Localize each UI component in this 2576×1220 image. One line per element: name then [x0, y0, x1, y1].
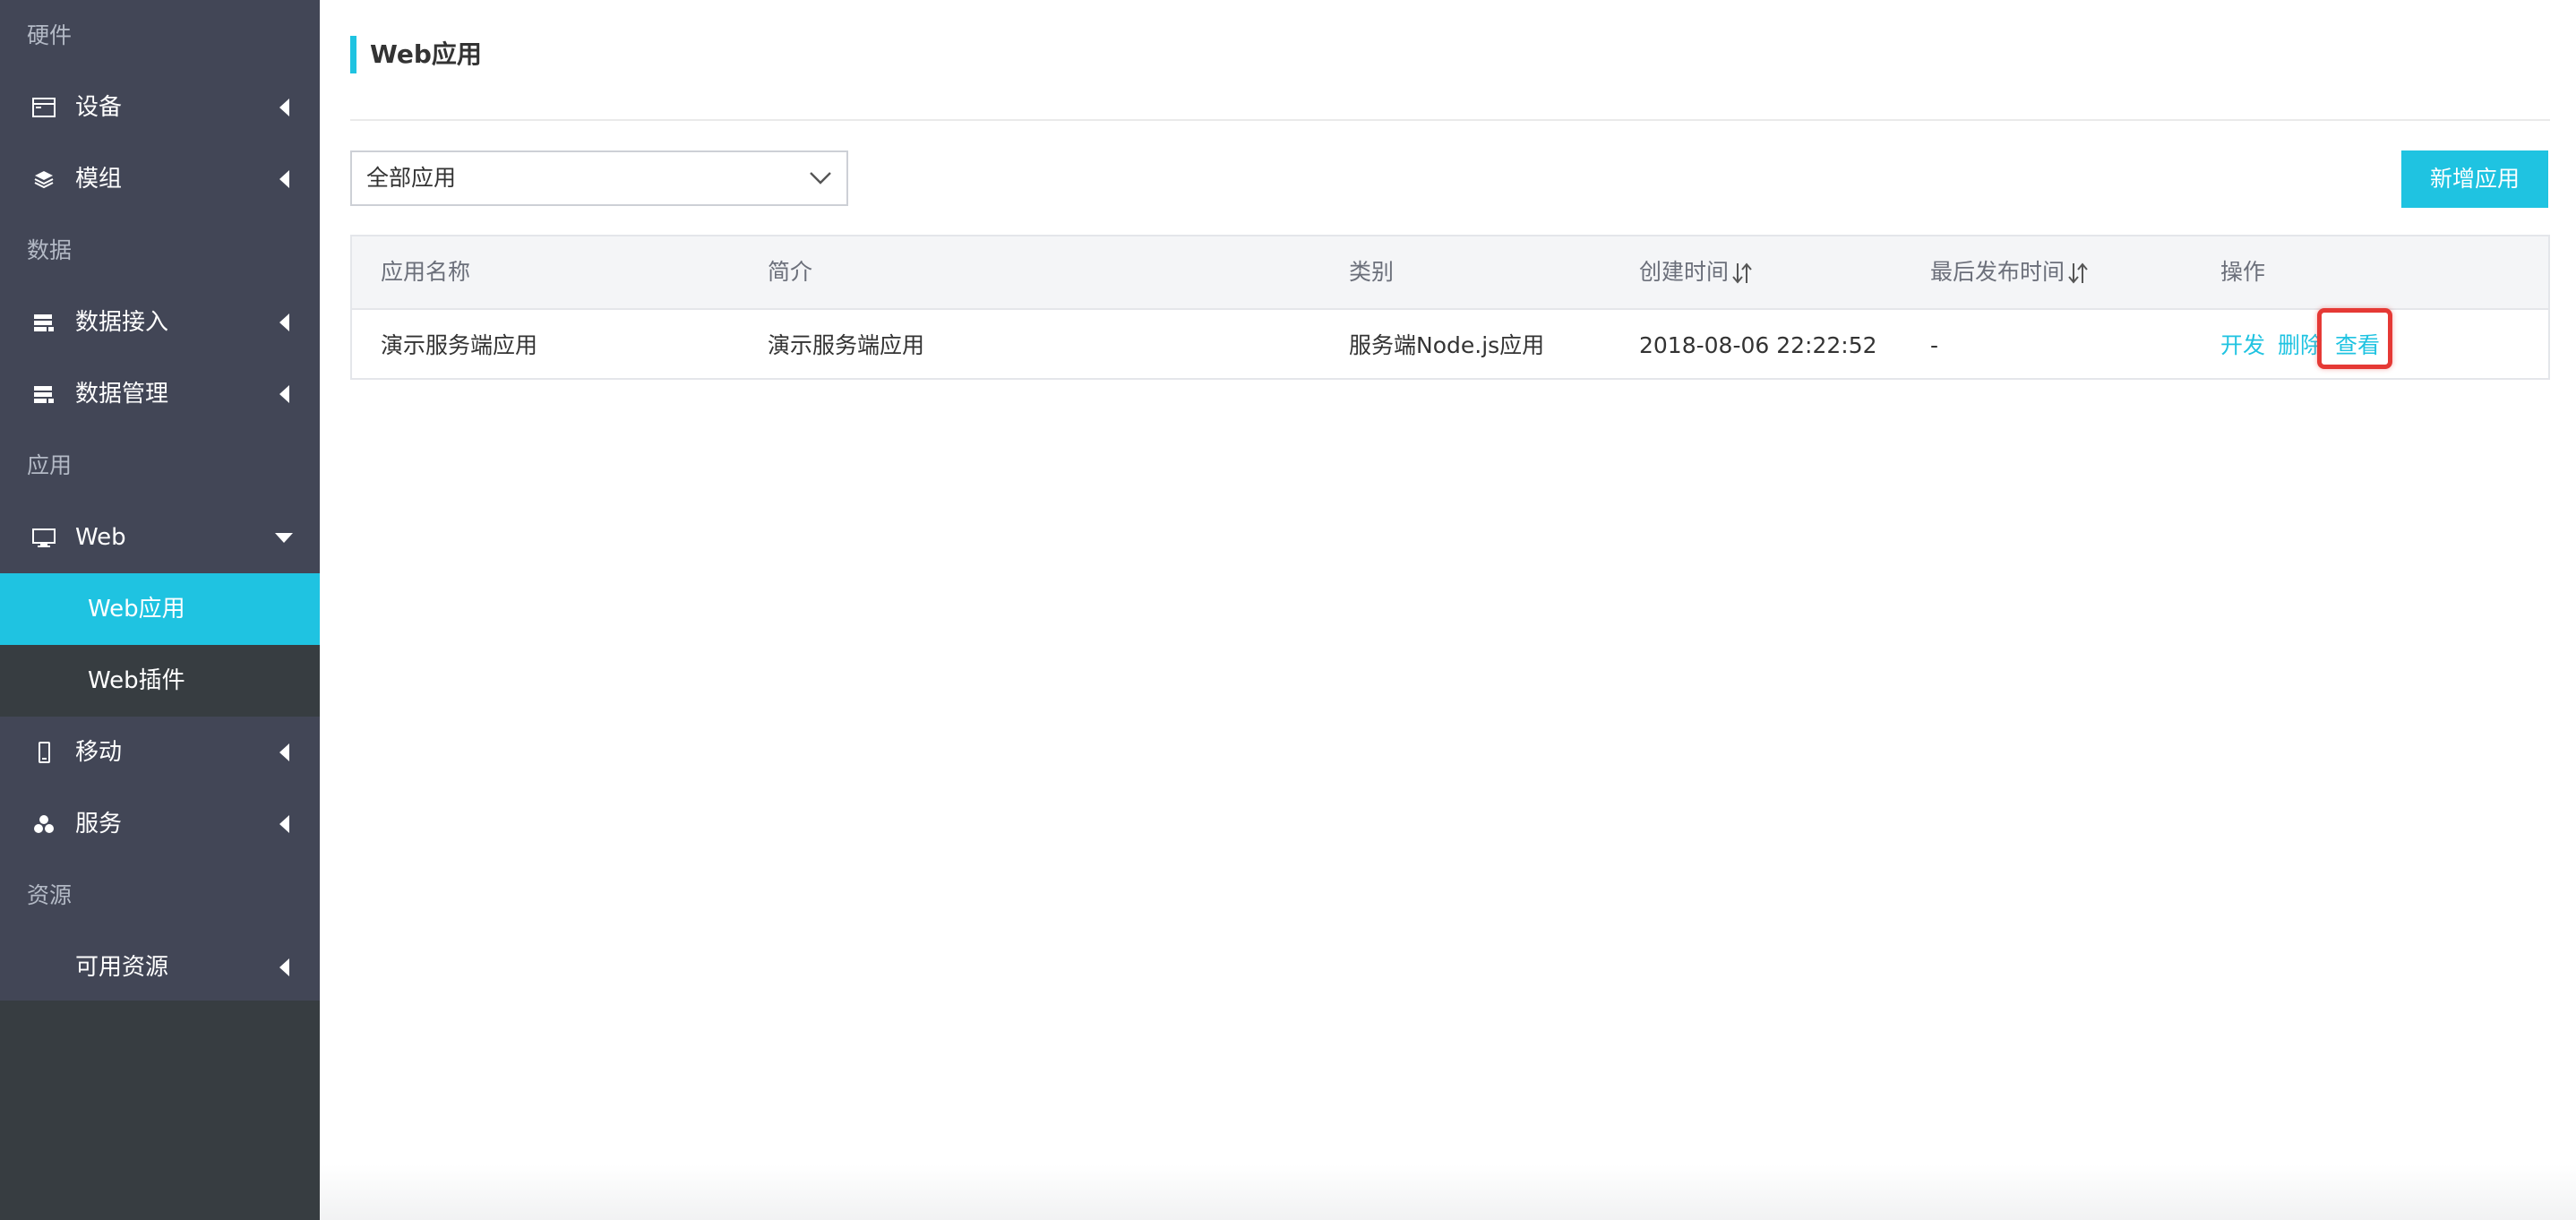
app-filter-value: 全部应用	[366, 165, 457, 191]
table-header: 应用名称 简介 类别 创建时间 最后发布时间 操作	[352, 236, 2548, 310]
sidebar-item-available-resource[interactable]: 可用资源	[0, 932, 320, 1003]
sidebar-item-mobile[interactable]: 移动	[0, 717, 320, 788]
chevron-left-icon	[279, 385, 289, 403]
app-filter-select[interactable]: 全部应用	[350, 150, 848, 206]
sidebar-item-service[interactable]: 服务	[0, 788, 320, 860]
header-published-time[interactable]: 最后发布时间	[1930, 236, 2090, 308]
cell-desc: 演示服务端应用	[768, 332, 925, 358]
sidebar-item-label: 设备	[75, 94, 123, 121]
header-published-label: 最后发布时间	[1930, 259, 2065, 285]
sidebar-item-web[interactable]: Web	[0, 502, 320, 573]
cluster-icon	[34, 815, 54, 833]
sidebar-item-data-manage[interactable]: 数据管理	[0, 358, 320, 430]
sidebar-item-label: 数据接入	[75, 309, 169, 336]
sidebar-item-label: 服务	[75, 811, 123, 838]
divider	[350, 119, 2550, 121]
chevron-left-icon	[279, 743, 289, 761]
develop-link[interactable]: 开发	[2220, 310, 2265, 382]
main-content: Web应用 全部应用 新增应用 应用名称 简介 类别 创建时间 最后发布时间 操…	[320, 0, 2576, 1220]
view-link-highlight	[2317, 308, 2392, 369]
header-category: 类别	[1349, 259, 1395, 285]
sidebar-subitem-web-app[interactable]: Web应用	[0, 573, 320, 645]
sidebar-item-label: Web	[75, 524, 126, 551]
header-app-name: 应用名称	[381, 259, 471, 285]
header-created-time[interactable]: 创建时间	[1639, 236, 1754, 308]
layers-icon	[34, 171, 54, 189]
window-icon	[32, 98, 56, 117]
monitor-icon	[32, 528, 56, 547]
sidebar-item-module[interactable]: 模组	[0, 143, 320, 215]
sort-icon[interactable]	[1730, 260, 1754, 287]
header-created-label: 创建时间	[1639, 259, 1730, 285]
delete-link[interactable]: 删除	[2278, 310, 2323, 382]
sidebar-menu: 硬件 设备 模组 数据 数据接入 数据管理 应用 Web Web应用 Web插件…	[0, 0, 320, 1001]
sidebar: 硬件 设备 模组 数据 数据接入 数据管理 应用 Web Web应用 Web插件…	[0, 0, 320, 1220]
group-data: 数据	[27, 237, 73, 263]
bottom-fade	[320, 1164, 2576, 1220]
chevron-left-icon	[279, 314, 289, 331]
chevron-left-icon	[279, 958, 289, 976]
sidebar-item-label: 模组	[75, 166, 123, 193]
group-resource: 资源	[27, 882, 73, 908]
chevron-left-icon	[279, 99, 289, 116]
server-icon	[34, 314, 54, 331]
sidebar-item-label: 可用资源	[75, 954, 169, 981]
header-desc: 简介	[768, 259, 813, 285]
sidebar-item-data-access[interactable]: 数据接入	[0, 287, 320, 358]
server-icon	[34, 386, 54, 403]
cell-published-time: -	[1930, 332, 1939, 358]
sidebar-item-label: 数据管理	[75, 381, 169, 408]
table-row: 演示服务端应用 演示服务端应用 服务端Node.js应用 2018-08-06 …	[352, 310, 2548, 380]
title-accent-bar	[350, 36, 356, 73]
group-app: 应用	[27, 452, 73, 478]
sidebar-item-device[interactable]: 设备	[0, 72, 320, 143]
apps-table: 应用名称 简介 类别 创建时间 最后发布时间 操作 演示服务端应用 演示服务端应…	[350, 235, 2550, 380]
chevron-left-icon	[279, 170, 289, 188]
sort-icon[interactable]	[2066, 260, 2090, 287]
cell-created-time: 2018-08-06 22:22:52	[1639, 332, 1877, 358]
sidebar-subitem-web-plugin[interactable]: Web插件	[0, 645, 320, 717]
chevron-left-icon	[279, 815, 289, 833]
mobile-icon	[39, 742, 50, 763]
cell-category: 服务端Node.js应用	[1349, 332, 1545, 358]
page-title: Web应用	[370, 39, 482, 69]
cell-app-name: 演示服务端应用	[381, 332, 538, 358]
chevron-down-icon	[810, 172, 831, 185]
group-hardware: 硬件	[27, 22, 73, 48]
add-app-button[interactable]: 新增应用	[2401, 150, 2548, 208]
sidebar-item-label: 移动	[75, 739, 123, 766]
header-actions: 操作	[2220, 259, 2266, 285]
chevron-down-icon	[275, 533, 293, 543]
